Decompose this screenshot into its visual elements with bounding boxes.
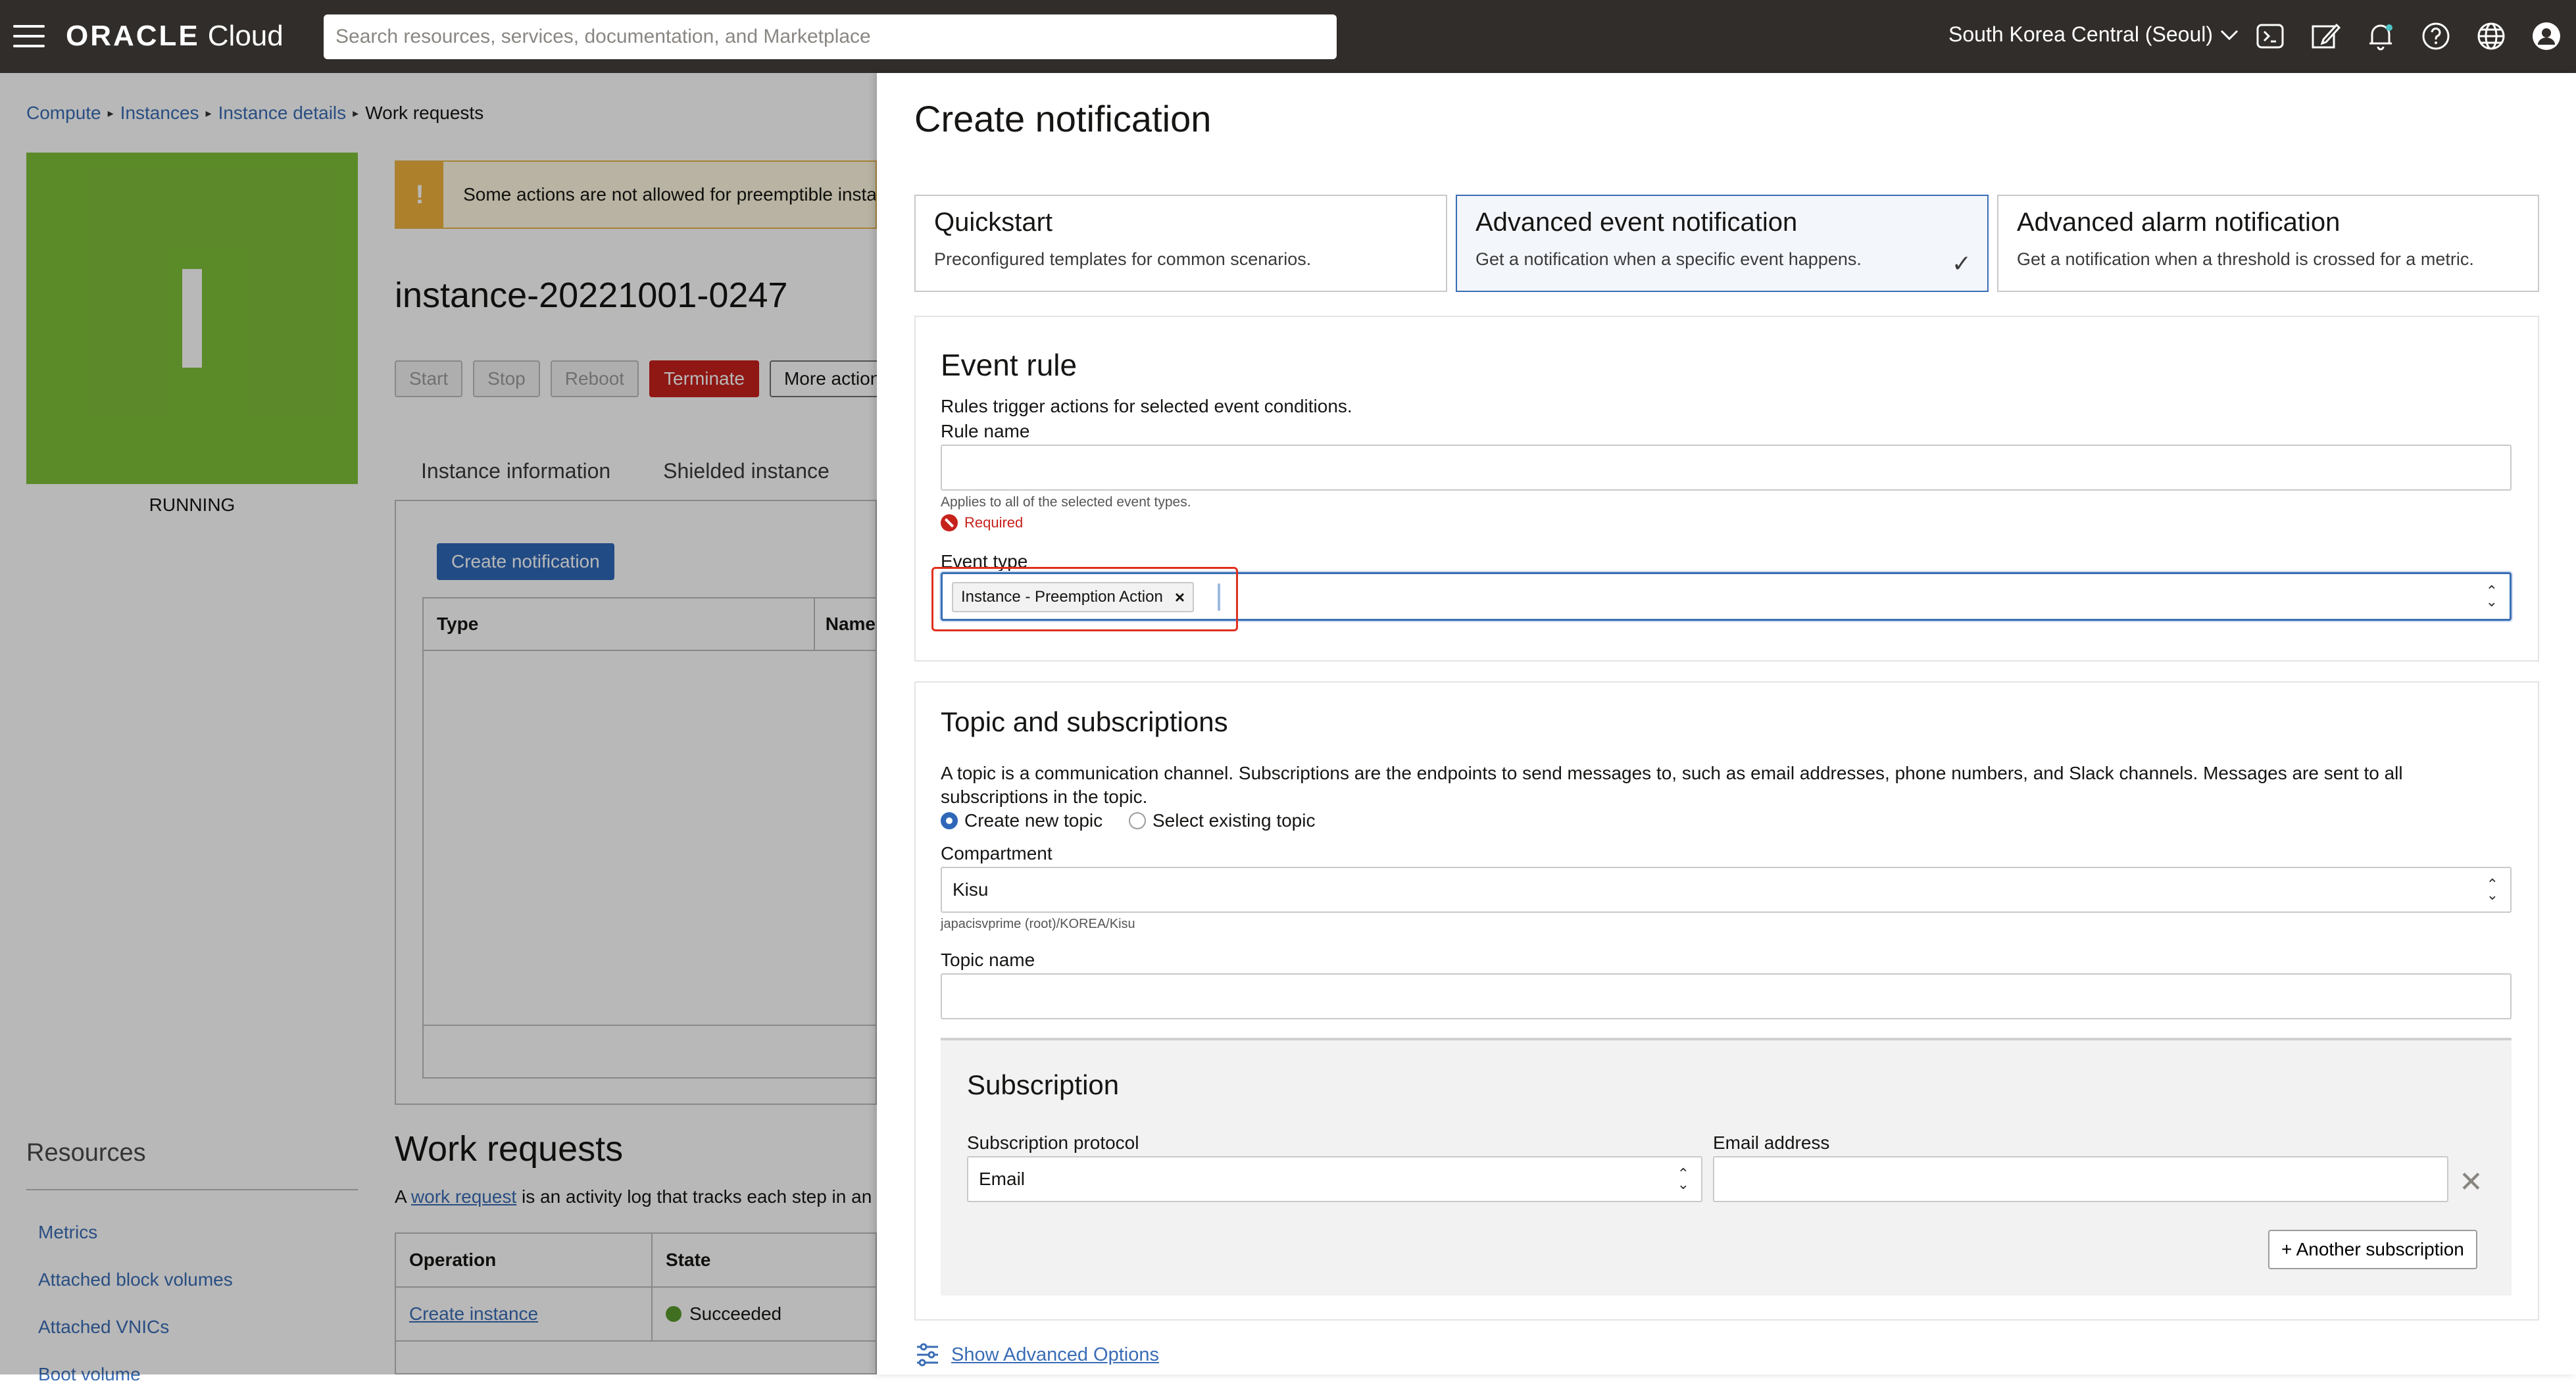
topic-title: Topic and subscriptions [941,706,1228,737]
compartment-label: Compartment [941,843,1053,863]
protocol-select[interactable]: Email ⌃ ⌄ [967,1156,1702,1202]
remove-subscription-icon[interactable]: ✕ [2459,1165,2483,1199]
email-input[interactable] [1713,1156,2448,1202]
show-advanced-options-link[interactable]: Show Advanced Options [914,1342,1159,1368]
region-label: South Korea Central (Seoul) [1948,22,2213,46]
topic-name-input[interactable] [941,973,2512,1019]
cloud-shell-icon[interactable] [2252,18,2288,54]
card-title: Quickstart [934,208,1053,237]
required-error: Required [941,514,1023,531]
rule-name-input[interactable] [941,445,2512,491]
oracle-cloud-logo[interactable]: ORACLE Cloud [66,20,284,53]
card-desc: Get a notification when a threshold is c… [2017,249,2474,269]
top-bar: ORACLE Cloud South Korea Central (Seoul) [0,0,2576,73]
radio-create-new-topic[interactable]: Create new topic [941,810,1102,831]
check-icon: ✓ [1951,250,1971,277]
radio-label: Select existing topic [1152,810,1316,831]
bell-icon[interactable] [2363,18,2398,54]
radio-selected-icon [941,812,958,829]
topic-name-label: Topic name [941,950,1035,970]
card-desc: Get a notification when a specific event… [1475,249,1862,269]
card-advanced-event[interactable]: Advanced event notification Get a notifi… [1456,195,1989,292]
email-label: Email address [1713,1132,1830,1153]
select-arrows-icon: ⌃ ⌄ [2485,583,2498,610]
help-icon[interactable] [2418,18,2454,54]
menu-icon[interactable] [13,25,45,47]
highlight-box [931,567,1238,631]
card-quickstart[interactable]: Quickstart Preconfigured templates for c… [914,195,1447,292]
advanced-link-label: Show Advanced Options [951,1344,1159,1365]
card-title: Advanced event notification [1475,208,1798,237]
radio-unselected-icon [1129,812,1146,829]
topic-desc: A topic is a communication channel. Subs… [941,763,2403,807]
logo-product: Cloud [207,20,284,52]
compartment-value: Kisu [953,879,989,900]
compartment-select[interactable]: Kisu ⌃ ⌄ [941,867,2512,913]
compartment-path: japacisvprime (root)/KOREA/Kisu [941,917,1135,931]
another-subscription-button[interactable]: + Another subscription [2268,1230,2477,1269]
rule-name-label: Rule name [941,421,1030,441]
card-advanced-alarm[interactable]: Advanced alarm notification Get a notifi… [1997,195,2539,292]
rule-name-helper: Applies to all of the selected event typ… [941,495,1191,510]
globe-icon[interactable] [2473,18,2509,54]
edit-icon[interactable] [2308,18,2343,54]
region-selector[interactable]: South Korea Central (Seoul) [1948,22,2239,47]
select-arrows-icon: ⌃ ⌄ [2486,876,2498,903]
protocol-value: Email [979,1169,1026,1189]
protocol-label: Subscription protocol [967,1132,1139,1153]
required-text: Required [964,514,1024,531]
subscription-title: Subscription [967,1069,1120,1100]
search-input[interactable] [324,14,1337,59]
error-icon [941,514,958,531]
select-arrows-icon: ⌃ ⌄ [1677,1165,1689,1192]
event-rule-title: Event rule [941,348,1077,382]
event-rule-desc: Rules trigger actions for selected event… [941,396,1352,416]
panel-title: Create notification [914,98,1212,139]
logo-brand: ORACLE [66,20,200,52]
radio-select-existing-topic[interactable]: Select existing topic [1129,810,1315,831]
sliders-icon [917,1343,938,1367]
modal-overlay[interactable] [0,73,877,1374]
radio-label: Create new topic [964,810,1103,831]
chevron-down-icon [2220,30,2239,40]
user-icon[interactable] [2529,18,2564,54]
card-desc: Preconfigured templates for common scena… [934,249,1312,269]
card-title: Advanced alarm notification [2017,208,2341,237]
